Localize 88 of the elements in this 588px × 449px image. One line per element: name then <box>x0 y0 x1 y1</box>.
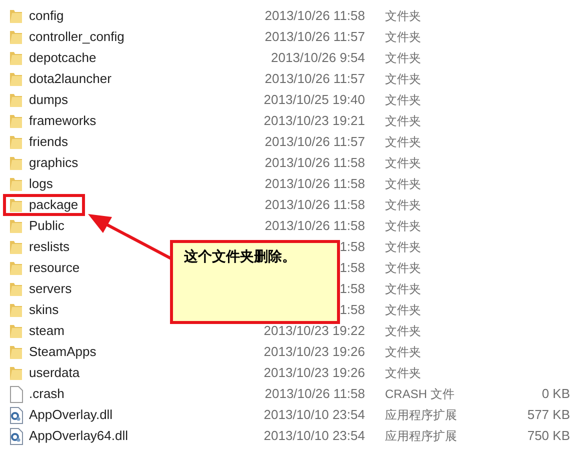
date-text: 2013/10/23 19:21 <box>264 113 365 129</box>
folder-icon <box>9 239 23 255</box>
date-text: 2013/10/25 19:40 <box>264 92 365 108</box>
date-text: 2013/10/26 9:54 <box>271 50 365 66</box>
folder-icon <box>9 155 23 171</box>
folder-icon <box>9 302 23 318</box>
file-name[interactable]: servers <box>29 281 72 297</box>
file-name[interactable]: depotcache <box>29 50 96 66</box>
type-text: 文件夹 <box>385 281 421 297</box>
file-name[interactable]: graphics <box>29 155 78 171</box>
date-text: 1:58 <box>340 281 365 297</box>
file-name[interactable]: package <box>29 197 78 213</box>
date-text: 1:58 <box>340 239 365 255</box>
type-text: 文件夹 <box>385 71 421 87</box>
file-name[interactable]: reslists <box>29 239 70 255</box>
type-text: 文件夹 <box>385 197 421 213</box>
date-text: 1:58 <box>340 302 365 318</box>
type-text: 文件夹 <box>385 92 421 108</box>
type-text: CRASH 文件 <box>385 386 454 402</box>
type-text: 文件夹 <box>385 344 421 360</box>
type-text: 文件夹 <box>385 134 421 150</box>
folder-icon <box>9 323 23 339</box>
date-text: 2013/10/26 11:58 <box>264 197 365 213</box>
folder-icon <box>9 113 23 129</box>
date-text: 2013/10/23 19:26 <box>264 365 365 381</box>
type-text: 文件夹 <box>385 239 421 255</box>
folder-icon <box>9 218 23 234</box>
file-name[interactable]: skins <box>29 302 59 318</box>
folder-icon <box>9 260 23 276</box>
type-text: 文件夹 <box>385 8 421 24</box>
type-text: 文件夹 <box>385 260 421 276</box>
type-text: 文件夹 <box>385 323 421 339</box>
folder-icon <box>9 365 23 381</box>
folder-icon <box>9 50 23 66</box>
folder-icon <box>9 197 23 213</box>
date-text: 2013/10/26 11:57 <box>264 29 365 45</box>
type-text: 文件夹 <box>385 176 421 192</box>
folder-icon <box>9 92 23 108</box>
type-text: 文件夹 <box>385 155 421 171</box>
file-name[interactable]: logs <box>29 176 53 192</box>
file-name[interactable]: resource <box>29 260 80 276</box>
date-text: 2013/10/26 11:57 <box>264 134 365 150</box>
file-name[interactable]: dumps <box>29 92 68 108</box>
size-text: 577 KB <box>527 407 570 423</box>
date-text: 2013/10/26 11:58 <box>264 218 365 234</box>
type-text: 文件夹 <box>385 302 421 318</box>
folder-icon <box>9 281 23 297</box>
gear-file-icon <box>9 406 23 424</box>
file-name[interactable]: .crash <box>29 386 64 402</box>
folder-icon <box>9 71 23 87</box>
gear-file-icon <box>9 428 23 444</box>
file-name[interactable]: steam <box>29 323 64 339</box>
date-text: 2013/10/26 11:58 <box>264 8 365 24</box>
date-text: 2013/10/23 19:26 <box>264 344 365 360</box>
file-name[interactable]: AppOverlay.dll <box>29 407 113 423</box>
file-name[interactable]: SteamApps <box>29 344 96 360</box>
folder-icon <box>9 176 23 192</box>
date-text: 2013/10/26 11:58 <box>264 155 365 171</box>
file-name[interactable]: config <box>29 8 64 24</box>
file-name[interactable]: frameworks <box>29 113 96 129</box>
callout-text: 这个文件夹删除。 <box>184 249 296 266</box>
folder-icon <box>9 134 23 150</box>
type-text: 文件夹 <box>385 113 421 129</box>
date-text: 2013/10/26 11:57 <box>264 71 365 87</box>
folder-icon <box>9 344 23 360</box>
file-name[interactable]: controller_config <box>29 29 124 45</box>
type-text: 文件夹 <box>385 218 421 234</box>
size-text: 0 KB <box>542 386 570 402</box>
date-text: 2013/10/10 23:54 <box>264 428 365 444</box>
file-name[interactable]: AppOverlay64.dll <box>29 428 128 444</box>
file-icon <box>9 386 23 402</box>
size-text: 750 KB <box>527 428 570 444</box>
file-name[interactable]: Public <box>29 218 64 234</box>
type-text: 文件夹 <box>385 365 421 381</box>
type-text: 应用程序扩展 <box>385 407 457 423</box>
date-text: 2013/10/26 11:58 <box>264 176 365 192</box>
folder-icon <box>9 8 23 24</box>
date-text: 2013/10/10 23:54 <box>264 407 365 423</box>
file-name[interactable]: userdata <box>29 365 80 381</box>
date-text: 2013/10/26 11:58 <box>264 386 365 402</box>
date-text: 1:58 <box>340 260 365 276</box>
file-name[interactable]: friends <box>29 134 68 150</box>
folder-icon <box>9 29 23 45</box>
date-text: 2013/10/23 19:22 <box>264 323 365 339</box>
type-text: 文件夹 <box>385 50 421 66</box>
type-text: 文件夹 <box>385 29 421 45</box>
type-text: 应用程序扩展 <box>385 428 457 444</box>
file-name[interactable]: dota2launcher <box>29 71 112 87</box>
